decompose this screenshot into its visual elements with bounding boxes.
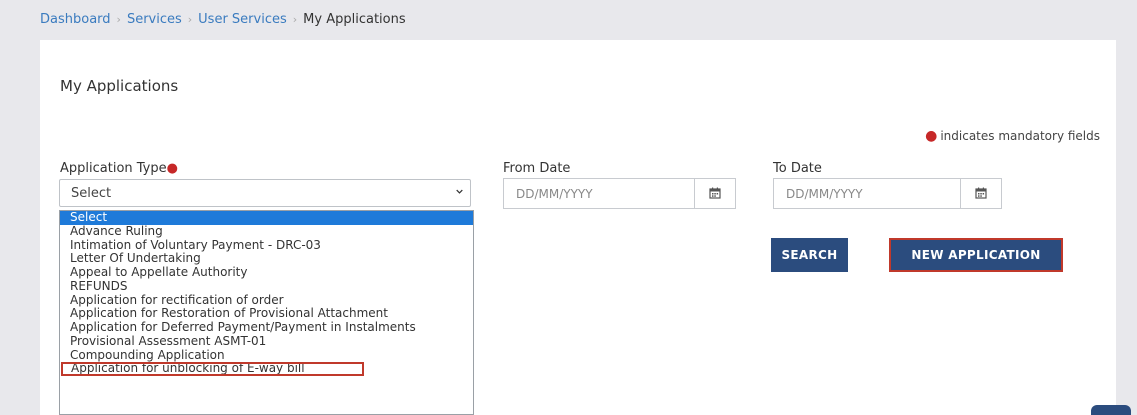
application-type-label: Application Type●	[60, 161, 178, 176]
to-date-input[interactable]: DD/MM/YYYY	[773, 178, 1002, 209]
dropdown-option-rectification[interactable]: Application for rectification of order	[60, 293, 473, 308]
dropdown-option-select[interactable]: Select	[60, 211, 473, 225]
breadcrumb-separator: ›	[187, 13, 193, 26]
dropdown-option-drc-03[interactable]: Intimation of Voluntary Payment - DRC-03	[60, 238, 473, 253]
calendar-icon	[975, 187, 987, 199]
to-date-placeholder: DD/MM/YYYY	[786, 187, 863, 201]
dropdown-option-refunds[interactable]: REFUNDS	[60, 279, 473, 294]
application-type-select[interactable]: Select	[59, 179, 471, 207]
dropdown-option-deferred-payment[interactable]: Application for Deferred Payment/Payment…	[60, 320, 473, 335]
required-dot-icon: ●	[925, 128, 938, 144]
application-type-label-text: Application Type	[60, 161, 167, 176]
dropdown-option-restoration[interactable]: Application for Restoration of Provision…	[60, 306, 473, 321]
application-type-dropdown: Select Advance Ruling Intimation of Volu…	[59, 210, 474, 415]
required-dot-icon: ●	[166, 161, 178, 176]
from-date-input[interactable]: DD/MM/YYYY	[503, 178, 736, 209]
dropdown-option-asmt-01[interactable]: Provisional Assessment ASMT-01	[60, 334, 473, 349]
dropdown-option-letter-of-undertaking[interactable]: Letter Of Undertaking	[60, 251, 473, 266]
search-button[interactable]: SEARCH	[771, 238, 848, 272]
breadcrumb-separator: ›	[116, 13, 121, 26]
breadcrumb-dashboard[interactable]: Dashboard	[40, 12, 111, 27]
calendar-icon	[709, 187, 721, 199]
breadcrumb: Dashboard › Services › User Services › My Appl…	[40, 12, 406, 27]
new-application-button[interactable]: NEW APPLICATION	[889, 238, 1063, 272]
application-type-value: Select	[71, 186, 112, 201]
mandatory-note-text: indicates mandatory fields	[940, 129, 1100, 143]
to-date-label: To Date	[773, 161, 822, 176]
breadcrumb-user-services[interactable]: User Services	[198, 12, 287, 27]
chevron-down-icon	[456, 189, 463, 194]
applications-card: My Applications ● indicates mandatory fie…	[40, 40, 1116, 415]
dropdown-option-unblocking-eway-bill[interactable]: Application for unblocking of E-way bill	[61, 361, 364, 376]
mandatory-note: ● indicates mandatory fields	[925, 128, 1100, 144]
page-title: My Applications	[60, 77, 179, 95]
dropdown-option-appeal[interactable]: Appeal to Appellate Authority	[60, 265, 473, 280]
dropdown-option-advance-ruling[interactable]: Advance Ruling	[60, 224, 473, 239]
scroll-to-top-button[interactable]	[1091, 405, 1131, 415]
breadcrumb-services[interactable]: Services	[127, 12, 182, 27]
breadcrumb-separator: ›	[292, 13, 298, 26]
from-date-label: From Date	[503, 161, 571, 176]
from-date-placeholder: DD/MM/YYYY	[516, 187, 593, 201]
dropdown-option-compounding[interactable]: Compounding Application	[60, 348, 473, 363]
breadcrumb-current: My Applications	[303, 12, 406, 27]
to-date-calendar-button[interactable]	[960, 179, 1001, 208]
from-date-calendar-button[interactable]	[694, 179, 735, 208]
